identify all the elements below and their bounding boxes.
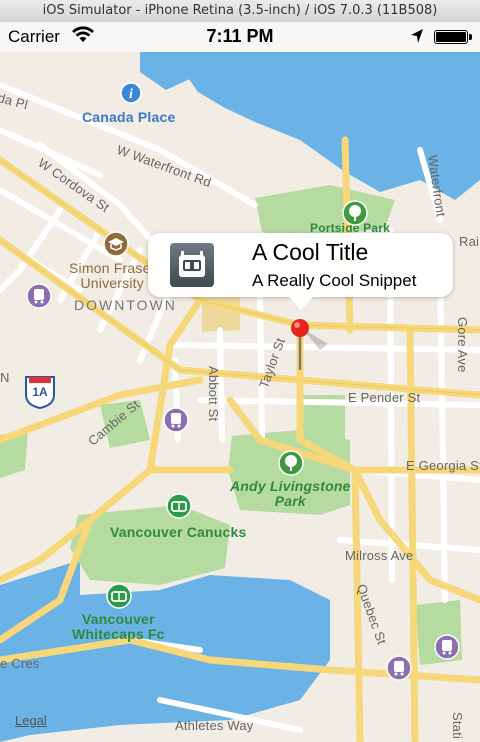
stadium-icon: [106, 583, 132, 609]
annotation-callout[interactable]: A Cool Title A Really Cool Snippet: [148, 233, 453, 297]
street-e-georgia: E Georgia St: [406, 458, 480, 473]
poi-simon-fraser-line1: Simon Fraser: [69, 260, 156, 276]
callout-subtitle: A Really Cool Snippet: [252, 271, 417, 290]
stadium-icon: [166, 493, 192, 519]
highway-shield-icon: 1A: [24, 373, 56, 409]
location-arrow-icon: [410, 28, 424, 49]
info-icon: i: [120, 82, 142, 104]
app-robot-icon: [170, 243, 214, 287]
map-pin-icon[interactable]: [290, 318, 330, 379]
poi-vancouver-canucks[interactable]: Vancouver Canucks: [110, 493, 247, 540]
district-label: DOWNTOWN: [74, 297, 177, 313]
poi-andy-livingstone-line2: Park: [274, 493, 306, 509]
street-n-fragment: N: [0, 370, 10, 385]
street-athletes-way: Athletes Way: [175, 718, 254, 733]
street-crescent-fragment: e Cres: [0, 656, 40, 671]
map-view[interactable]: i Canada Place Simon Fraser University D…: [0, 52, 480, 742]
transit-icon[interactable]: [386, 655, 412, 681]
park-tree-icon[interactable]: [342, 200, 368, 226]
street-rai-fragment: Rai: [459, 234, 480, 249]
street-e-pender: E Pender St: [348, 390, 421, 405]
street-gore: Gore Ave: [455, 317, 470, 373]
poi-simon-fraser-line2: University: [80, 275, 144, 291]
callout-tail: [288, 296, 314, 310]
transit-icon[interactable]: [26, 283, 52, 309]
battery-icon: [434, 30, 468, 44]
simulator-title: iOS Simulator - iPhone Retina (3.5-inch)…: [0, 0, 480, 23]
highway-shield-label: 1A: [32, 385, 48, 399]
legal-link[interactable]: Legal: [15, 713, 47, 728]
battery-tip: [469, 34, 472, 40]
university-icon: [103, 231, 129, 257]
poi-whitecaps-line1: Vancouver: [82, 611, 155, 627]
street-station-fragment: Stati: [450, 712, 465, 740]
poi-andy-livingstone-line1: Andy Livingstone: [230, 478, 351, 494]
street-abbott: Abbott St: [206, 366, 221, 422]
clock: 7:11 PM: [206, 26, 274, 46]
transit-icon[interactable]: [434, 634, 460, 660]
poi-whitecaps[interactable]: Vancouver Whitecaps Fc: [72, 583, 165, 642]
poi-andy-livingstone[interactable]: Andy Livingstone Park: [230, 450, 351, 509]
status-bar: Carrier 7:11 PM: [0, 22, 480, 52]
poi-vancouver-canucks-label: Vancouver Canucks: [110, 524, 247, 540]
park-tree-icon: [278, 450, 304, 476]
poi-canada-place-label: Canada Place: [82, 109, 176, 125]
poi-canada-place[interactable]: i Canada Place: [82, 82, 176, 125]
poi-simon-fraser[interactable]: Simon Fraser University: [69, 231, 156, 291]
transit-icon[interactable]: [163, 407, 189, 433]
callout-title: A Cool Title: [252, 239, 369, 265]
poi-whitecaps-line2: Whitecaps Fc: [72, 626, 165, 642]
street-milross: Milross Ave: [345, 548, 414, 563]
svg-text:i: i: [129, 87, 133, 102]
